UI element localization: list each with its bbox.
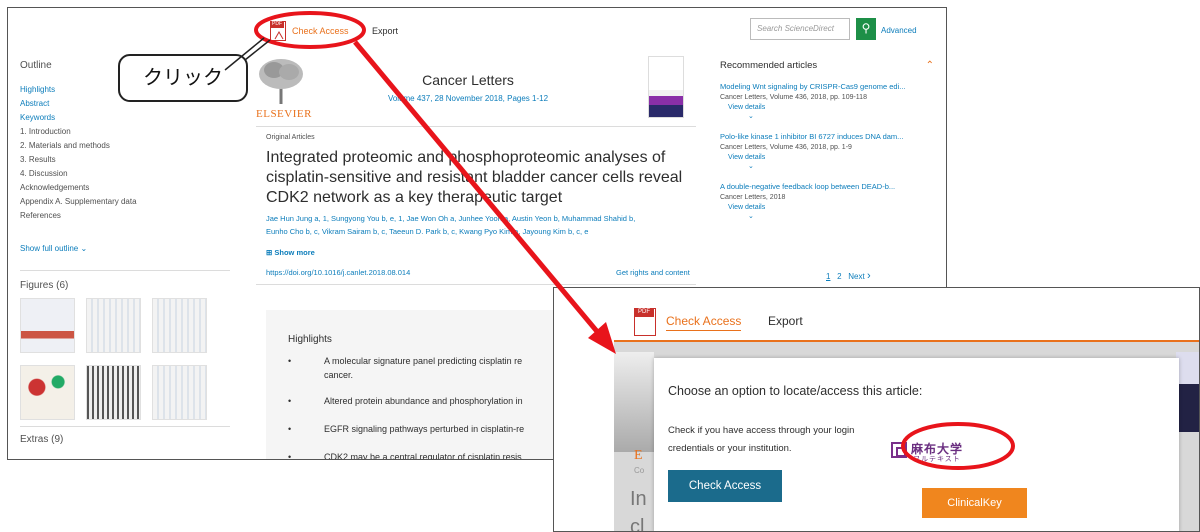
highlight-text: CDK2 may be a central regulator of cispl… — [324, 452, 522, 460]
azabu-university-fulltext-link[interactable]: 麻布大学 フルテキスト — [891, 438, 1001, 466]
next-page-link[interactable]: Next — [848, 272, 864, 281]
article-type: Original Articles — [266, 134, 315, 141]
highlight-text: Altered protein abundance and phosphoryl… — [324, 396, 523, 406]
authors-line[interactable]: Eunho Cho b, c, Vikram Sairam b, c, Taee… — [266, 225, 696, 238]
check-access-link[interactable]: Check Access — [292, 26, 349, 36]
rights-link[interactable]: Get rights and content — [616, 268, 690, 277]
highlight-text: EGFR signaling pathways perturbed in cis… — [324, 424, 525, 434]
authors-line[interactable]: Jae Hun Jung a, 1, Sungyong You b, e, 1,… — [266, 212, 696, 225]
highlight-text: cancer. — [324, 370, 354, 380]
show-more-label: Show more — [274, 248, 315, 257]
journal-volume[interactable]: Volume 437, 28 November 2018, Pages 1-12 — [308, 94, 628, 103]
chevron-down-icon: ⌄ — [80, 244, 88, 253]
top-toolbar: Check Access Export Search ScienceDirect… — [8, 8, 946, 54]
dialog-description: Check if you have access through your lo… — [668, 425, 855, 454]
show-full-outline-button[interactable]: Show full outline ⌄ — [20, 244, 87, 253]
check-access-button[interactable]: Check Access — [668, 470, 782, 502]
click-callout-bubble: クリック — [118, 54, 248, 102]
journal-name[interactable]: Cancer Letters — [308, 72, 628, 88]
chevron-down-icon[interactable]: ⌄ — [720, 113, 940, 121]
extras-title[interactable]: Extras (9) — [20, 434, 63, 445]
recommended-link[interactable]: A double-negative feedback loop between … — [720, 181, 940, 192]
view-details-button[interactable]: View details — [720, 103, 940, 113]
page-2-link[interactable]: 2 — [837, 272, 841, 281]
pagination: 1 2 Next › — [826, 270, 871, 282]
outline-section[interactable]: Appendix A. Supplementary data — [20, 195, 220, 209]
figure-thumbnail[interactable] — [20, 298, 75, 353]
search-icon: ⚲ — [861, 21, 871, 35]
recommended-source: Cancer Letters, Volume 436, 2018, pp. 10… — [720, 94, 867, 101]
outline-section[interactable]: 2. Materials and methods — [20, 139, 220, 153]
doi-link[interactable]: https://doi.org/10.1016/j.canlet.2018.08… — [266, 268, 410, 277]
journal-cover-image[interactable] — [648, 56, 684, 118]
dialog-title: Choose an option to locate/access this a… — [668, 384, 923, 398]
background-image — [614, 352, 654, 452]
clinicalkey-button[interactable]: ClinicalKey — [922, 488, 1027, 518]
view-details-button[interactable]: View details — [720, 153, 940, 163]
zoomed-check-access-popup: Check Access Export E Co In cl Choose an… — [553, 287, 1200, 532]
search-button[interactable]: ⚲ — [856, 18, 876, 40]
partial-text: E — [634, 448, 643, 463]
outline-section[interactable]: 3. Results — [20, 153, 220, 167]
figure-thumbnail[interactable] — [86, 365, 141, 420]
show-more-button[interactable]: ⊞ Show more — [266, 248, 315, 257]
recommended-articles-panel: Recommended articles ⌃ Modeling Wnt sign… — [720, 60, 940, 221]
export-link[interactable]: Export — [372, 26, 398, 36]
page-1-link[interactable]: 1 — [826, 272, 830, 281]
recommended-source: Cancer Letters, 2018 — [720, 194, 786, 201]
partial-text: Co — [634, 466, 645, 475]
university-logo-icon — [891, 442, 907, 458]
chevron-up-icon[interactable]: ⌃ — [926, 60, 934, 71]
recommended-link[interactable]: Polo-like kinase 1 inhibitor BI 6727 ind… — [720, 131, 940, 142]
divider — [20, 270, 230, 271]
check-access-tab[interactable]: Check Access — [666, 314, 742, 331]
figure-thumbnail[interactable] — [86, 298, 141, 353]
outline-section[interactable]: References — [20, 209, 220, 223]
outline-section[interactable]: Acknowledgements — [20, 181, 220, 195]
view-details-button[interactable]: View details — [720, 203, 940, 213]
pdf-icon[interactable] — [270, 21, 286, 41]
advanced-search-link[interactable]: Advanced — [881, 26, 917, 35]
outline-section[interactable]: 4. Discussion — [20, 167, 220, 181]
recommended-title: Recommended articles — [720, 60, 818, 71]
chevron-right-icon[interactable]: › — [867, 270, 871, 282]
divider — [256, 126, 696, 127]
export-tab[interactable]: Export — [768, 314, 803, 328]
elsevier-logo-text: ELSEVIER — [256, 108, 312, 120]
figure-thumbnail[interactable] — [152, 298, 207, 353]
outline-section[interactable]: 1. Introduction — [20, 125, 220, 139]
access-options-dialog: Choose an option to locate/access this a… — [654, 358, 1179, 531]
figure-thumbnail[interactable] — [20, 365, 75, 420]
recommended-item: Modeling Wnt signaling by CRISPR-Cas9 ge… — [720, 81, 940, 121]
pdf-icon[interactable] — [634, 308, 656, 336]
figure-thumbnails — [20, 298, 230, 420]
recommended-source: Cancer Letters, Volume 436, 2018, pp. 1-… — [720, 144, 852, 151]
show-full-outline-label: Show full outline — [20, 244, 79, 253]
highlights-title: Highlights — [288, 334, 332, 345]
figure-thumbnail[interactable] — [152, 365, 207, 420]
outline-link-keywords[interactable]: Keywords — [20, 111, 220, 125]
recommended-item: A double-negative feedback loop between … — [720, 181, 940, 221]
elsevier-tree-logo — [256, 56, 306, 106]
partial-text: In — [630, 488, 647, 510]
figures-title[interactable]: Figures (6) — [20, 280, 68, 291]
background-cover-image — [1176, 352, 1199, 432]
highlight-text: A molecular signature panel predicting c… — [324, 356, 523, 366]
chevron-down-icon[interactable]: ⌄ — [720, 213, 940, 221]
search-input[interactable]: Search ScienceDirect — [750, 18, 850, 40]
university-logo-subtext: フルテキスト — [913, 456, 961, 463]
article-title: Integrated proteomic and phosphoproteomi… — [266, 149, 683, 206]
author-list: Jae Hun Jung a, 1, Sungyong You b, e, 1,… — [266, 212, 696, 238]
recommended-item: Polo-like kinase 1 inhibitor BI 6727 ind… — [720, 131, 940, 171]
recommended-link[interactable]: Modeling Wnt signaling by CRISPR-Cas9 ge… — [720, 81, 940, 92]
divider — [20, 426, 230, 427]
chevron-down-icon[interactable]: ⌄ — [720, 163, 940, 171]
divider — [256, 284, 696, 285]
partial-text: cl — [630, 516, 645, 532]
